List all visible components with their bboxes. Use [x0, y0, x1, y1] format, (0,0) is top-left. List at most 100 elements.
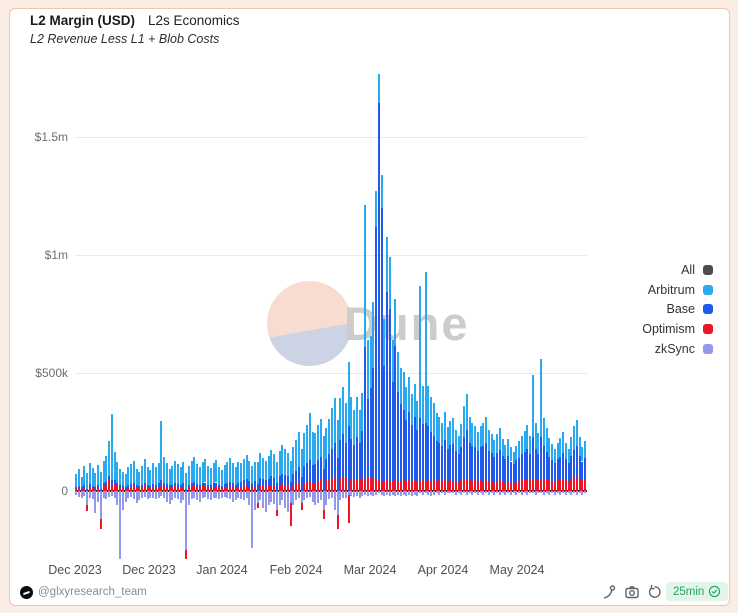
bar[interactable] — [394, 60, 396, 565]
bar[interactable] — [342, 60, 344, 565]
bar[interactable] — [147, 60, 149, 565]
bar[interactable] — [207, 60, 209, 565]
bar[interactable] — [81, 60, 83, 565]
bar[interactable] — [537, 60, 539, 565]
bar[interactable] — [303, 60, 305, 565]
bar[interactable] — [408, 60, 410, 565]
bar[interactable] — [504, 60, 506, 565]
legend-item-optimism[interactable]: Optimism — [642, 319, 713, 339]
bar[interactable] — [218, 60, 220, 565]
author-avatar[interactable] — [20, 586, 33, 599]
bar[interactable] — [554, 60, 556, 565]
bar[interactable] — [562, 60, 564, 565]
bar[interactable] — [191, 60, 193, 565]
bar[interactable] — [317, 60, 319, 565]
bar[interactable] — [386, 60, 388, 565]
bar[interactable] — [100, 60, 102, 565]
bar[interactable] — [485, 60, 487, 565]
bar[interactable] — [240, 60, 242, 565]
bar[interactable] — [92, 60, 94, 565]
bar[interactable] — [367, 60, 369, 565]
bar[interactable] — [353, 60, 355, 565]
bar[interactable] — [122, 60, 124, 565]
bar[interactable] — [339, 60, 341, 565]
bar[interactable] — [551, 60, 553, 565]
bar[interactable] — [411, 60, 413, 565]
bar[interactable] — [477, 60, 479, 565]
bar[interactable] — [174, 60, 176, 565]
legend-item-base[interactable]: Base — [642, 300, 713, 320]
bar[interactable] — [251, 60, 253, 565]
bar[interactable] — [482, 60, 484, 565]
bar[interactable] — [400, 60, 402, 565]
bar[interactable] — [284, 60, 286, 565]
bar[interactable] — [210, 60, 212, 565]
bar[interactable] — [86, 60, 88, 565]
bar[interactable] — [89, 60, 91, 565]
bar[interactable] — [540, 60, 542, 565]
bar[interactable] — [532, 60, 534, 565]
bar[interactable] — [281, 60, 283, 565]
bar[interactable] — [529, 60, 531, 565]
bar[interactable] — [375, 60, 377, 565]
bar[interactable] — [466, 60, 468, 565]
bar[interactable] — [568, 60, 570, 565]
bar[interactable] — [309, 60, 311, 565]
bar[interactable] — [94, 60, 96, 565]
bar[interactable] — [188, 60, 190, 565]
bar[interactable] — [213, 60, 215, 565]
bar[interactable] — [298, 60, 300, 565]
bar[interactable] — [97, 60, 99, 565]
bar[interactable] — [268, 60, 270, 565]
plot-area[interactable] — [75, 60, 587, 565]
bar[interactable] — [573, 60, 575, 565]
bar[interactable] — [323, 60, 325, 565]
bar[interactable] — [397, 60, 399, 565]
bar[interactable] — [127, 60, 129, 565]
bar[interactable] — [359, 60, 361, 565]
bar[interactable] — [493, 60, 495, 565]
bar[interactable] — [524, 60, 526, 565]
bar[interactable] — [488, 60, 490, 565]
bar[interactable] — [422, 60, 424, 565]
bar[interactable] — [215, 60, 217, 565]
bar[interactable] — [290, 60, 292, 565]
bar[interactable] — [334, 60, 336, 565]
bar[interactable] — [480, 60, 482, 565]
bar[interactable] — [259, 60, 261, 565]
bar[interactable] — [108, 60, 110, 565]
bar[interactable] — [270, 60, 272, 565]
bar[interactable] — [276, 60, 278, 565]
bar[interactable] — [119, 60, 121, 565]
bar[interactable] — [507, 60, 509, 565]
bar[interactable] — [565, 60, 567, 565]
bar[interactable] — [535, 60, 537, 565]
bar[interactable] — [226, 60, 228, 565]
bar[interactable] — [83, 60, 85, 565]
bar[interactable] — [237, 60, 239, 565]
bar[interactable] — [328, 60, 330, 565]
bar[interactable] — [185, 60, 187, 565]
bar[interactable] — [502, 60, 504, 565]
bar[interactable] — [356, 60, 358, 565]
bar[interactable] — [182, 60, 184, 565]
bar[interactable] — [331, 60, 333, 565]
bar[interactable] — [455, 60, 457, 565]
bar[interactable] — [105, 60, 107, 565]
bar[interactable] — [546, 60, 548, 565]
bar[interactable] — [425, 60, 427, 565]
bar[interactable] — [133, 60, 135, 565]
refresh-icon[interactable] — [647, 584, 663, 600]
bar[interactable] — [515, 60, 517, 565]
bar[interactable] — [463, 60, 465, 565]
bar[interactable] — [348, 60, 350, 565]
bar[interactable] — [295, 60, 297, 565]
bar[interactable] — [199, 60, 201, 565]
bar[interactable] — [378, 60, 380, 565]
bar[interactable] — [474, 60, 476, 565]
bar[interactable] — [441, 60, 443, 565]
bar[interactable] — [75, 60, 77, 565]
bar[interactable] — [204, 60, 206, 565]
bar[interactable] — [301, 60, 303, 565]
bar[interactable] — [416, 60, 418, 565]
